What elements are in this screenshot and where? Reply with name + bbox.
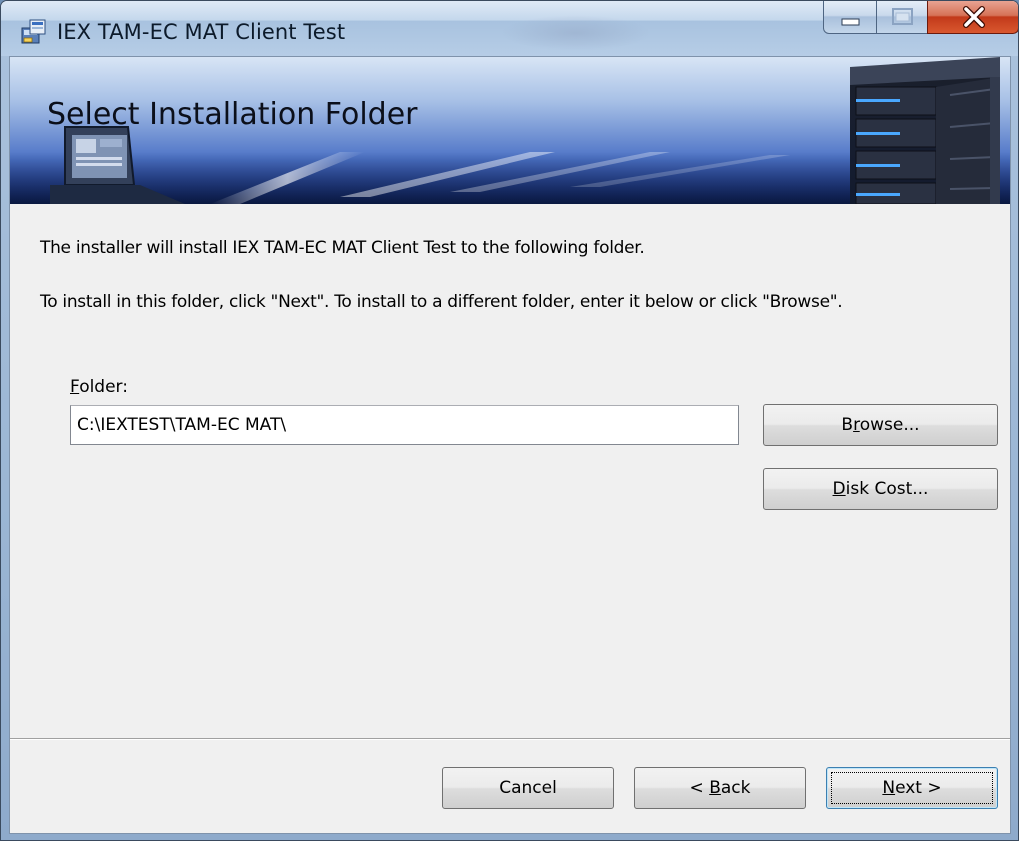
- disk-cost-button[interactable]: Disk Cost...: [763, 468, 998, 510]
- back-label-mnemonic: B: [709, 778, 721, 798]
- title-bar-glow: [501, 15, 651, 51]
- install-instructions: To install in this folder, click "Next".…: [40, 292, 843, 312]
- install-description: The installer will install IEX TAM-EC MA…: [40, 238, 645, 258]
- disk-cost-label-mnemonic: D: [832, 479, 846, 499]
- browse-label-mnemonic: r: [853, 415, 860, 435]
- back-label-post: ack: [720, 778, 751, 798]
- footer-separator-highlight: [10, 739, 1010, 740]
- cancel-button[interactable]: Cancel: [442, 767, 614, 809]
- minimize-icon: [841, 18, 860, 26]
- next-button-focus-rect: [831, 772, 993, 804]
- window-title: IEX TAM-EC MAT Client Test: [57, 20, 346, 44]
- folder-label: Folder:: [70, 377, 128, 397]
- banner-title: Select Installation Folder: [47, 97, 418, 132]
- header-banner: Select Installation Folder: [10, 57, 1010, 204]
- minimize-button[interactable]: [823, 1, 877, 34]
- disk-cost-label-post: isk Cost...: [845, 479, 929, 499]
- back-button[interactable]: < Back: [634, 767, 806, 809]
- maximize-icon: [892, 8, 913, 25]
- close-icon: [963, 6, 985, 28]
- maximize-button[interactable]: [876, 1, 928, 34]
- browse-label-post: owse...: [859, 415, 920, 435]
- installer-app-icon: [21, 19, 46, 44]
- back-label-pre: <: [689, 778, 710, 798]
- title-bar[interactable]: IEX TAM-EC MAT Client Test: [1, 1, 1018, 56]
- browse-label-pre: B: [841, 415, 854, 435]
- browse-button[interactable]: Browse...: [763, 404, 998, 446]
- next-button[interactable]: Next >: [826, 767, 998, 809]
- installer-window: IEX TAM-EC MAT Client Test Select Instal…: [0, 0, 1019, 841]
- close-button[interactable]: [927, 1, 1018, 34]
- folder-path-input[interactable]: [70, 405, 739, 445]
- folder-label-text: older:: [79, 377, 128, 397]
- dialog-client-area: Select Installation Folder The installer…: [9, 56, 1011, 834]
- folder-label-mnemonic: F: [70, 377, 80, 397]
